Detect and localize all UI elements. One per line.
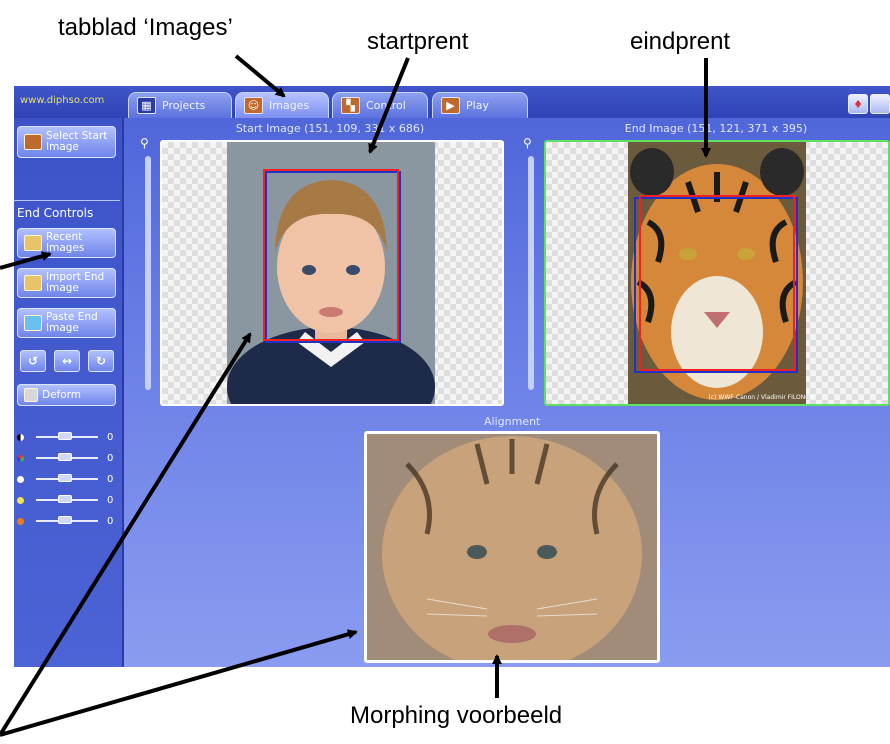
tab-label: Control (366, 99, 406, 112)
slider-value: 0 (107, 473, 114, 485)
deform-button[interactable]: Deform (17, 384, 116, 406)
slider-knob[interactable] (58, 432, 72, 440)
button-label: Deform (42, 388, 82, 401)
end-image-frame[interactable]: (c) WWF-Canon / Vladimir FILONOV (544, 140, 890, 406)
site-link[interactable]: www.diphso.com (20, 95, 104, 106)
slider-knob[interactable] (58, 474, 72, 482)
morph-app-window: www.diphso.com ▦ Projects ☺ Images ▚ Con… (14, 86, 890, 667)
slider-value: 0 (107, 515, 114, 527)
button-label: Recent Images (46, 231, 85, 254)
tab-projects[interactable]: ▦ Projects (128, 92, 232, 118)
select-start-image-button[interactable]: Select Start Image (17, 126, 116, 158)
morph-preview (367, 434, 657, 660)
paste-end-image-button[interactable]: Paste End Image (17, 308, 116, 338)
recent-images-button[interactable]: Recent Images (17, 228, 116, 258)
slider-track[interactable] (36, 495, 98, 503)
brightness-icon (17, 475, 24, 483)
deform-icon (24, 388, 38, 402)
folder-open-icon (24, 275, 42, 291)
grid-icon: ▦ (137, 97, 156, 114)
alignment-preview-frame (364, 431, 660, 663)
slider-track[interactable] (36, 516, 98, 524)
tab-control[interactable]: ▚ Control (332, 92, 428, 118)
tab-label: Images (269, 99, 310, 112)
zoom-icon[interactable]: ⚲ (140, 136, 149, 150)
tab-play[interactable]: ▶ Play (432, 92, 528, 118)
rotate-right-button[interactable]: ↻ (88, 350, 114, 372)
start-image-title: Start Image (151, 109, 331 x 686) (235, 122, 425, 135)
slider-knob[interactable] (58, 516, 72, 524)
tab-label: Play (466, 99, 489, 112)
start-alignment-box[interactable] (263, 169, 399, 341)
color-icon (17, 454, 24, 462)
button-label: Paste End Image (46, 311, 98, 334)
slider-value: 0 (107, 431, 114, 443)
saturation-slider[interactable]: 0 (17, 514, 121, 528)
contrast-icon (17, 433, 24, 441)
slider-value: 0 (107, 452, 114, 464)
title-bar: www.diphso.com ▦ Projects ☺ Images ▚ Con… (14, 86, 890, 118)
sun-icon (17, 496, 24, 504)
control-icon: ▚ (341, 97, 360, 114)
slider-track[interactable] (36, 432, 98, 440)
slider-knob[interactable] (58, 453, 72, 461)
gamma-slider[interactable]: 0 (17, 493, 121, 507)
end-image-title: End Image (151, 121, 371 x 395) (624, 122, 808, 135)
slider-track[interactable] (36, 474, 98, 482)
brightness-slider[interactable]: 0 (17, 472, 121, 486)
callout-morphing-voorbeeld: Morphing voorbeeld (340, 698, 573, 734)
clipboard-icon (24, 315, 42, 331)
divider (14, 200, 120, 201)
callout-startprent: startprent (355, 24, 481, 60)
slider-track[interactable] (36, 453, 98, 461)
contrast-slider[interactable]: 0 (17, 430, 121, 444)
slider-value: 0 (107, 494, 114, 506)
flip-horizontal-button[interactable]: ↔ (54, 350, 80, 372)
close-icon[interactable] (870, 94, 890, 114)
help-icon[interactable]: ♦ (848, 94, 868, 114)
photo-credit: (c) WWF-Canon / Vladimir FILONOV (708, 394, 814, 401)
color-slider[interactable]: 0 (17, 451, 121, 465)
import-end-image-button[interactable]: Import End Image (17, 268, 116, 298)
saturation-icon (17, 517, 24, 525)
end-controls-heading: End Controls (17, 206, 94, 220)
folder-icon (24, 235, 42, 251)
end-zoom-slider[interactable] (528, 156, 534, 390)
button-label: Import End Image (46, 271, 105, 294)
callout-tab-images: tabblad ‘Images’ (46, 10, 245, 46)
tab-images[interactable]: ☺ Images (235, 92, 329, 118)
alignment-label: Alignment (484, 415, 541, 428)
tab-label: Projects (162, 99, 206, 112)
rotate-left-button[interactable]: ↺ (20, 350, 46, 372)
slider-knob[interactable] (58, 495, 72, 503)
start-image-frame[interactable] (160, 140, 504, 406)
play-icon: ▶ (441, 97, 460, 114)
button-label: Select Start Image (46, 130, 108, 153)
start-zoom-slider[interactable] (145, 156, 151, 390)
left-control-panel: Select Start Image End Controls Recent I… (14, 118, 124, 667)
portrait-icon (24, 134, 42, 150)
end-alignment-box[interactable] (639, 195, 795, 371)
portrait-icon: ☺ (244, 97, 263, 114)
callout-eindprent: eindprent (618, 24, 743, 60)
zoom-icon[interactable]: ⚲ (523, 136, 532, 150)
